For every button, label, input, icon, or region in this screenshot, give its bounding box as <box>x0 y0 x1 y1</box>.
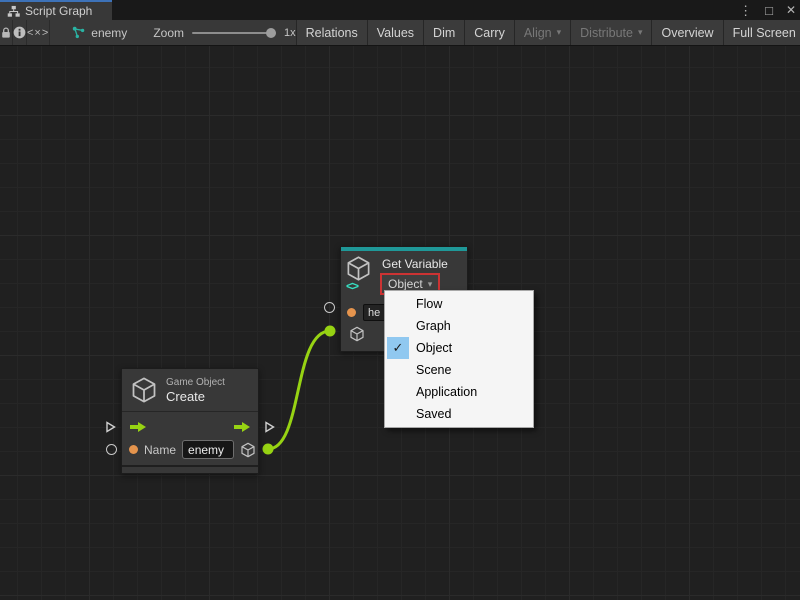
port-object-input-connected[interactable] <box>325 326 336 337</box>
toolbar-button-group: Relations Values Dim Carry Align Distrib… <box>296 20 800 45</box>
values-button[interactable]: Values <box>367 20 423 45</box>
code-brackets-icon: <> <box>346 279 358 293</box>
game-object-port-icon[interactable] <box>349 326 365 342</box>
tab-label: Script Graph <box>25 4 92 18</box>
port-flow-input-outer[interactable] <box>105 420 117 434</box>
preview-code-button[interactable]: <×> <box>27 20 50 45</box>
port-flow-output-outer[interactable] <box>264 420 276 434</box>
window-menu-icon[interactable]: ⋮ <box>739 4 752 17</box>
create-node-header: Game Object Create <box>122 369 258 411</box>
check-gutter <box>387 359 409 381</box>
check-gutter <box>387 293 409 315</box>
maximize-icon[interactable]: □ <box>765 4 773 17</box>
connection-wire[interactable] <box>268 331 330 449</box>
name-label: Name <box>144 443 176 457</box>
check-gutter <box>387 315 409 337</box>
create-game-object-node[interactable]: Game Object Create Name <box>121 368 259 474</box>
game-object-output-icon[interactable] <box>240 442 256 458</box>
port-name-input[interactable] <box>129 445 138 454</box>
zoom-slider-knob[interactable] <box>266 28 276 38</box>
graph-toolbar: <×> enemy Zoom 1x Relations Values Dim C… <box>0 20 800 46</box>
flow-output-arrow-icon[interactable] <box>233 421 251 433</box>
port-name-input[interactable] <box>347 308 356 317</box>
align-button: Align <box>514 20 570 45</box>
flow-input-arrow-icon[interactable] <box>129 421 147 433</box>
game-object-cube-icon <box>130 376 158 404</box>
lock-icon <box>0 26 12 39</box>
script-graph-window: Script Graph ⋮ □ ✕ <×> <box>0 0 800 600</box>
check-gutter <box>387 381 409 403</box>
menu-item-flow[interactable]: Flow <box>385 293 533 315</box>
node-title: Create <box>166 389 225 404</box>
window-controls: ⋮ □ ✕ <box>739 0 796 20</box>
graph-name: enemy <box>91 26 127 40</box>
lock-button[interactable] <box>0 20 13 45</box>
menu-item-saved[interactable]: Saved <box>385 403 533 425</box>
code-icon: <×> <box>27 27 49 39</box>
port-name-input-outer[interactable] <box>106 444 117 455</box>
menu-item-object[interactable]: Object <box>385 337 533 359</box>
node-category: Game Object <box>166 377 225 388</box>
chevron-down-icon <box>638 27 643 38</box>
info-icon <box>13 26 26 39</box>
full-screen-button[interactable]: Full Screen <box>723 20 800 45</box>
zoom-value: 1x <box>284 27 296 39</box>
menu-item-application[interactable]: Application <box>385 381 533 403</box>
overview-button[interactable]: Overview <box>651 20 722 45</box>
chevron-down-icon <box>557 27 562 38</box>
zoom-slider[interactable] <box>192 32 276 34</box>
relations-button[interactable]: Relations <box>296 20 367 45</box>
tab-script-graph[interactable]: Script Graph <box>0 0 112 20</box>
graph-canvas[interactable]: <> Get Variable Object <box>0 46 800 600</box>
carry-button[interactable]: Carry <box>464 20 514 45</box>
graph-icon <box>72 26 85 39</box>
create-node-body: Name <box>122 412 258 465</box>
inspect-button[interactable] <box>13 20 27 45</box>
node-title: Get Variable <box>382 257 448 271</box>
chevron-down-icon <box>428 279 433 290</box>
distribute-button: Distribute <box>570 20 651 45</box>
menu-item-graph[interactable]: Graph <box>385 315 533 337</box>
tab-bar: Script Graph ⋮ □ ✕ <box>0 0 800 20</box>
variable-scope-menu: Flow Graph Object Scene Application Save… <box>384 290 534 428</box>
port-game-object-output-connected[interactable] <box>263 444 274 455</box>
name-input[interactable] <box>182 440 234 459</box>
close-icon[interactable]: ✕ <box>786 4 796 16</box>
sitemap-icon <box>7 5 20 18</box>
zoom-control: Zoom 1x <box>153 26 295 40</box>
check-gutter <box>387 403 409 425</box>
checkmark-icon <box>387 337 409 359</box>
port-name-input-outer[interactable] <box>324 302 335 313</box>
menu-item-scene[interactable]: Scene <box>385 359 533 381</box>
variable-cube-icon <box>345 255 372 282</box>
zoom-label: Zoom <box>153 26 184 40</box>
graph-breadcrumb[interactable]: enemy <box>72 26 127 40</box>
dim-button[interactable]: Dim <box>423 20 464 45</box>
node-footer <box>122 465 258 473</box>
get-variable-header: <> Get Variable Object <box>341 251 467 295</box>
